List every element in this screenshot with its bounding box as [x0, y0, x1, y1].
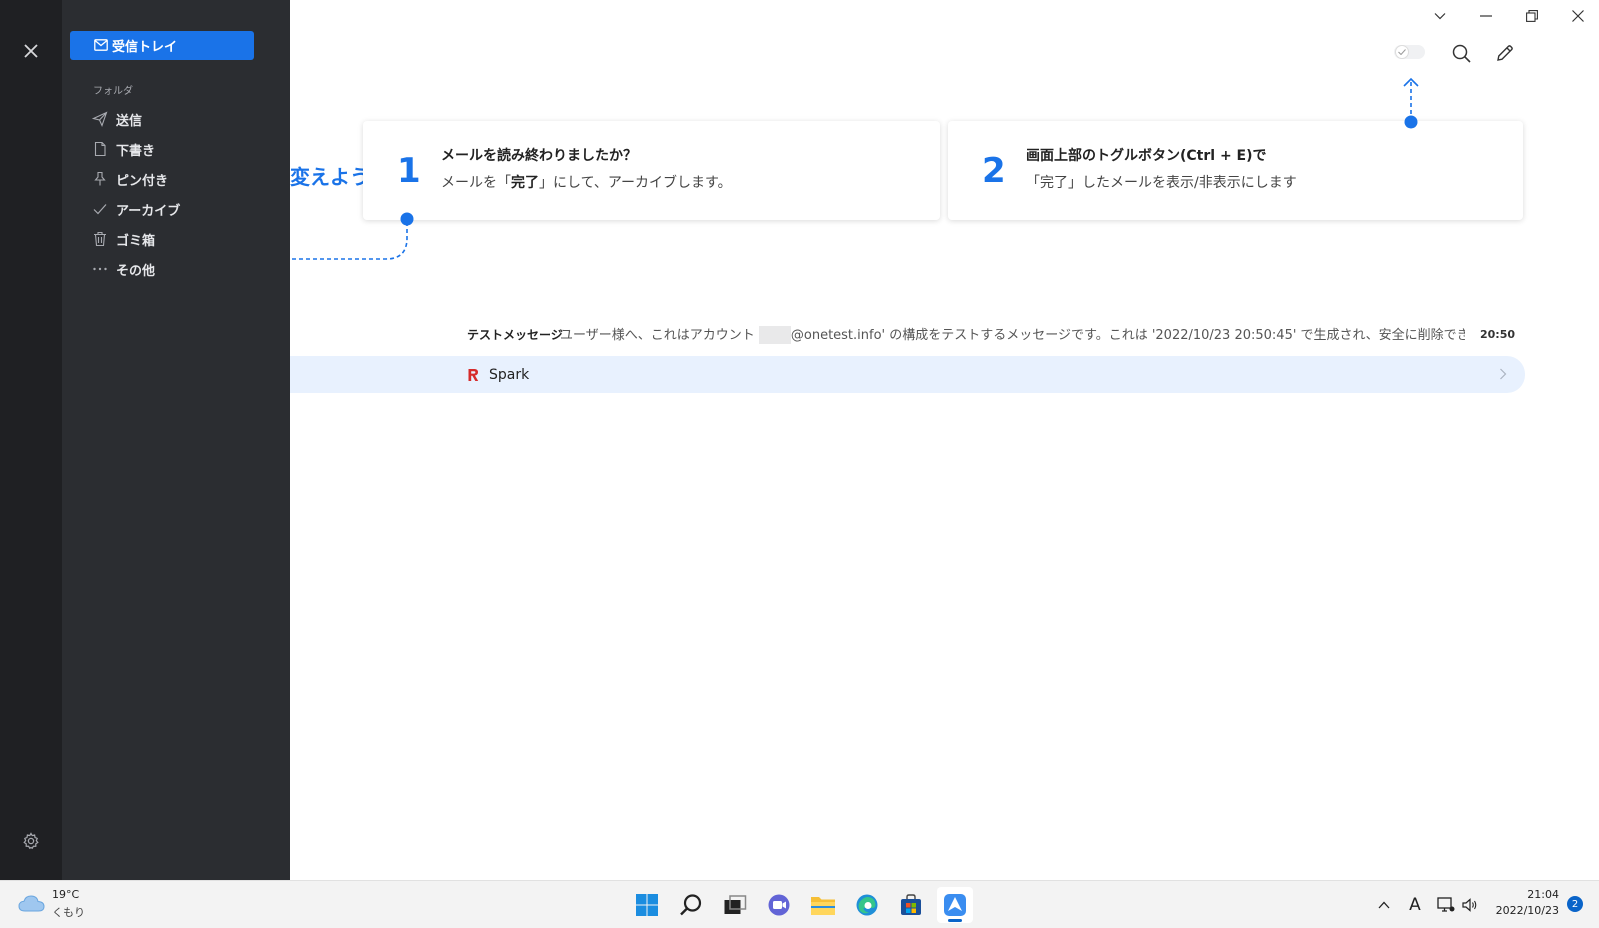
- sidebar-item-sent[interactable]: 送信: [92, 107, 142, 131]
- message-time: 20:50: [1479, 327, 1515, 341]
- cloud-icon: [18, 895, 45, 912]
- message-group-row[interactable]: Spark: [290, 356, 1525, 393]
- step-number: 1: [397, 151, 421, 191]
- check-icon: [92, 201, 108, 217]
- draft-icon: [92, 141, 108, 157]
- spark-icon: [944, 894, 966, 916]
- sidebar-item-label: ピン付き: [116, 173, 169, 189]
- message-preview: ユーザー様へ、これはアカウント @onetest.info' の構成をテストする…: [560, 326, 1465, 345]
- network-icon: [1437, 897, 1455, 912]
- weather-temperature: 19°C: [52, 888, 80, 901]
- gear-icon: [23, 832, 39, 850]
- weather-widget[interactable]: 19°C くもり: [18, 887, 98, 921]
- restore-icon: [1526, 10, 1538, 22]
- restore-button[interactable]: [1516, 4, 1548, 28]
- onboarding-partial-heading: 変えよう: [290, 165, 370, 189]
- network-button[interactable]: [1434, 893, 1458, 917]
- clock-time: 21:04: [1527, 888, 1559, 901]
- group-name: Spark: [489, 367, 530, 383]
- step-title: 画面上部のトグルボタン(Ctrl + E)で: [1026, 148, 1267, 164]
- sidebar-item-more[interactable]: その他: [92, 257, 155, 281]
- sidebar-item-inbox[interactable]: 受信トレイ: [70, 31, 254, 60]
- step-title: メールを読み終わりましたか？: [441, 148, 637, 164]
- folder-panel: [62, 0, 290, 880]
- step-description: 「完了」したメールを表示/非表示にします: [1026, 175, 1297, 191]
- sidebar-item-label: その他: [116, 263, 156, 279]
- onboarding-card-1: 1 メールを読み終わりましたか？ メールを「完了」にして、アーカイブします。: [363, 121, 940, 220]
- check-icon: [1398, 49, 1406, 55]
- close-sidebar-button[interactable]: [18, 38, 44, 64]
- pencil-icon: [1497, 45, 1513, 61]
- taskbar-edge[interactable]: [849, 887, 885, 923]
- pin-icon: [92, 171, 108, 187]
- taskbar-task-view[interactable]: [717, 887, 753, 923]
- notification-badge[interactable]: 2: [1567, 896, 1583, 912]
- chevron-down-icon: [1434, 13, 1446, 20]
- sidebar-item-label: 受信トレイ: [112, 40, 178, 55]
- taskbar-start[interactable]: [629, 887, 665, 923]
- chat-icon: [768, 894, 790, 916]
- taskbar-chat[interactable]: [761, 887, 797, 923]
- icon-rail: [0, 0, 62, 880]
- file-explorer-icon: [811, 897, 835, 915]
- taskbar-clock[interactable]: 21:04 2022/10/23: [1489, 887, 1559, 919]
- speaker-icon: [1462, 898, 1477, 912]
- taskbar-search[interactable]: [673, 887, 709, 923]
- minimize-button[interactable]: [1470, 4, 1502, 28]
- settings-button[interactable]: [19, 829, 43, 853]
- task-view-icon: [724, 895, 747, 914]
- weather-condition: くもり: [52, 906, 85, 919]
- spark-logo-icon: [468, 369, 479, 381]
- message-sender: テストメッセージ: [467, 327, 563, 342]
- start-icon: [636, 894, 658, 916]
- sidebar-item-drafts[interactable]: 下書き: [92, 137, 155, 161]
- done-toggle[interactable]: [1394, 45, 1425, 59]
- close-window-button[interactable]: [1562, 4, 1594, 28]
- step-number: 2: [982, 151, 1006, 191]
- ime-indicator[interactable]: A: [1403, 893, 1427, 917]
- compose-button[interactable]: [1492, 40, 1518, 66]
- more-icon: [92, 261, 108, 277]
- chevron-up-icon: [1378, 901, 1390, 909]
- trash-icon: [92, 231, 108, 247]
- search-button[interactable]: [1448, 40, 1474, 66]
- sidebar-item-label: 下書き: [116, 143, 156, 159]
- taskbar: 19°C くもり A 21:04 2022/10/23 2: [0, 880, 1599, 928]
- clock-date: 2022/10/23: [1495, 904, 1559, 917]
- step-description: メールを「完了」にして、アーカイブします。: [441, 175, 732, 191]
- toggle-knob: [1395, 45, 1409, 59]
- close-icon: [1572, 10, 1584, 22]
- sidebar-item-archive[interactable]: アーカイブ: [92, 197, 180, 221]
- search-icon: [1452, 44, 1471, 63]
- folders-heading: フォルダ: [93, 86, 133, 97]
- taskbar-store[interactable]: [893, 887, 929, 923]
- sidebar-item-pinned[interactable]: ピン付き: [92, 167, 168, 191]
- mail-icon: [94, 39, 108, 51]
- mail-app-window: 受信トレイ フォルダ 送信 下書き ピン付き アーカイブ ゴミ箱 その他 変えよ…: [0, 0, 1599, 880]
- onboarding-card-2: 2 画面上部のトグルボタン(Ctrl + E)で 「完了」したメールを表示/非表…: [948, 121, 1523, 220]
- volume-button[interactable]: [1458, 893, 1482, 917]
- taskbar-file-explorer[interactable]: [805, 887, 841, 923]
- sidebar-item-label: アーカイブ: [116, 203, 181, 219]
- taskbar-spark[interactable]: [937, 887, 973, 923]
- sidebar-item-label: ゴミ箱: [116, 233, 156, 249]
- message-row[interactable]: テストメッセージ ユーザー様へ、これはアカウント @onetest.info' …: [290, 319, 1525, 349]
- edge-icon: [856, 894, 878, 916]
- minimize-icon: [1480, 15, 1492, 17]
- search-icon: [680, 894, 702, 916]
- redacted-text: [758, 326, 791, 345]
- store-icon: [901, 894, 921, 915]
- tray-overflow-button[interactable]: [1372, 893, 1396, 917]
- sidebar-item-trash[interactable]: ゴミ箱: [92, 227, 155, 251]
- close-icon: [24, 44, 38, 58]
- send-icon: [92, 111, 108, 127]
- window-menu-button[interactable]: [1424, 4, 1456, 28]
- sidebar-item-label: 送信: [116, 113, 143, 129]
- chevron-right-icon: [1500, 368, 1507, 380]
